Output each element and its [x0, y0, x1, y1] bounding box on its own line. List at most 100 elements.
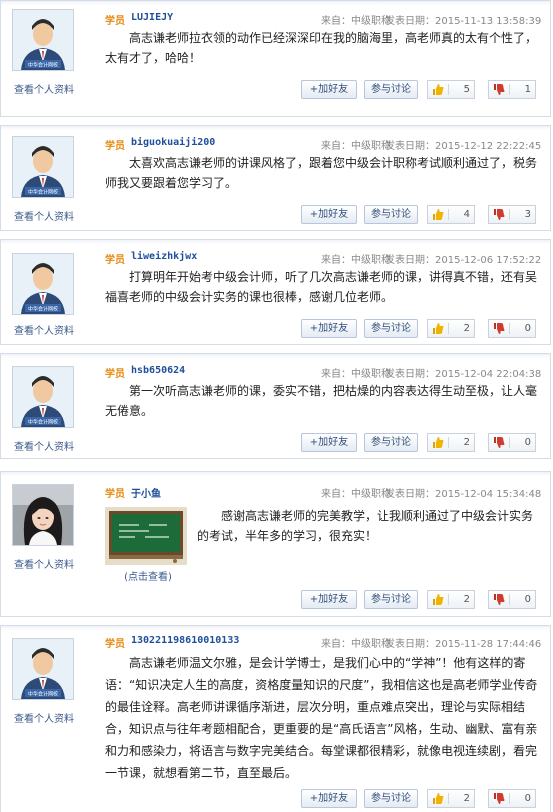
- join-discussion-button[interactable]: 参与讨论: [364, 433, 418, 452]
- thumbs-up-icon: [433, 594, 444, 605]
- thumbs-up-count: 5: [463, 84, 470, 95]
- source-label: 来自：中级职称: [321, 369, 391, 380]
- thumbs-down-count: 0: [524, 437, 531, 448]
- post-date: 发表日期：2015-12-04 15:34:48: [385, 489, 542, 500]
- view-profile-link[interactable]: 查看个人资料: [1, 438, 87, 453]
- post-1: 中华会计网校 查看个人资料 学员 LUJIEJY 来自：中级职称 发表日期：20…: [0, 0, 551, 117]
- thumbs-up-icon: [433, 793, 444, 804]
- avatar[interactable]: 中华会计网校: [12, 136, 74, 198]
- thumbs-down-icon: [494, 323, 505, 334]
- join-discussion-button[interactable]: 参与讨论: [364, 319, 418, 338]
- thumbs-down-icon: [494, 594, 505, 605]
- username-link[interactable]: hsb650624: [131, 365, 185, 376]
- avatar[interactable]: [12, 484, 74, 546]
- source-label: 来自：中级职称: [321, 141, 391, 152]
- add-friend-button[interactable]: +加好友: [301, 590, 357, 609]
- view-profile-link[interactable]: 查看个人资料: [1, 81, 87, 96]
- post-content: 太喜欢高志谦老师的讲课风格了，跟着您中级会计职称考试顺利通过了，税务师我又要跟着…: [105, 156, 538, 190]
- thumbs-down-button[interactable]: 3: [488, 205, 536, 224]
- default-avatar-icon: 中华会计网校: [13, 137, 73, 197]
- username-link[interactable]: 130221198610010133: [131, 635, 239, 646]
- thumbs-down-icon: [494, 209, 505, 220]
- user-photo-avatar: [13, 485, 73, 545]
- post-content: 打算明年开始考中级会计师，听了几次高志谦老师的课，讲得真不错，还有吴福喜老师的中…: [105, 270, 538, 304]
- post-date: 发表日期：2015-11-28 17:44:46: [385, 639, 542, 650]
- join-discussion-button[interactable]: 参与讨论: [364, 80, 418, 99]
- view-profile-link[interactable]: 查看个人资料: [1, 556, 87, 571]
- role-label: 学员: [105, 255, 125, 266]
- avatar[interactable]: 中华会计网校: [12, 366, 74, 428]
- post-content: 高志谦老师拉衣领的动作已经深深印在我的脑海里，高老师真的太有个性了，太有才了，哈…: [105, 31, 538, 65]
- thumbs-down-button[interactable]: 1: [488, 80, 536, 99]
- source-label: 来自：中级职称: [321, 489, 391, 500]
- click-to-view-link[interactable]: (点击查看): [105, 568, 191, 583]
- default-avatar-icon: 中华会计网校: [13, 639, 73, 699]
- svg-text:中华会计网校: 中华会计网校: [28, 691, 58, 698]
- avatar[interactable]: 中华会计网校: [12, 638, 74, 700]
- role-label: 学员: [105, 369, 125, 380]
- thumbs-down-icon: [494, 437, 505, 448]
- join-discussion-button[interactable]: 参与讨论: [364, 789, 418, 808]
- add-friend-button[interactable]: +加好友: [301, 433, 357, 452]
- svg-text:中华会计网校: 中华会计网校: [28, 306, 58, 313]
- view-profile-link[interactable]: 查看个人资料: [1, 322, 87, 337]
- thumbs-down-button[interactable]: 0: [488, 433, 536, 452]
- thumbs-down-icon: [494, 793, 505, 804]
- thumbs-down-button[interactable]: 0: [488, 319, 536, 338]
- thumbs-up-count: 2: [463, 594, 470, 605]
- post-content: 感谢高志谦老师的完美教学，让我顺利通过了中级会计实务的考试，半年多的学习，很充实…: [197, 509, 534, 543]
- svg-text:中华会计网校: 中华会计网校: [28, 62, 58, 69]
- post-date: 发表日期：2015-11-13 13:58:39: [385, 16, 542, 27]
- thumbs-up-count: 2: [463, 323, 470, 334]
- thumbs-down-count: 0: [524, 793, 531, 804]
- thumbs-up-icon: [433, 437, 444, 448]
- view-profile-link[interactable]: 查看个人资料: [1, 208, 87, 223]
- source-label: 来自：中级职称: [321, 16, 391, 27]
- source-label: 来自：中级职称: [321, 639, 391, 650]
- thumbs-up-button[interactable]: 2: [427, 590, 475, 609]
- attached-image-thumbnail[interactable]: [105, 507, 187, 565]
- add-friend-button[interactable]: +加好友: [301, 80, 357, 99]
- post-content: 第一次听高志谦老师的课，委实不错，把枯燥的内容表达得生动至极，让人毫无倦意。: [105, 384, 538, 418]
- default-avatar-icon: 中华会计网校: [13, 10, 73, 70]
- thumbs-up-icon: [433, 84, 444, 95]
- username-link[interactable]: biguokuaiji200: [131, 137, 215, 148]
- post-date: 发表日期：2015-12-06 17:52:22: [385, 255, 542, 266]
- join-discussion-button[interactable]: 参与讨论: [364, 590, 418, 609]
- thumbs-up-button[interactable]: 5: [427, 80, 475, 99]
- post-4: 中华会计网校 查看个人资料 学员 hsb650624 来自：中级职称 发表日期：…: [0, 353, 551, 459]
- thumbs-up-icon: [433, 209, 444, 220]
- add-friend-button[interactable]: +加好友: [301, 205, 357, 224]
- join-discussion-button[interactable]: 参与讨论: [364, 205, 418, 224]
- view-profile-link[interactable]: 查看个人资料: [1, 710, 87, 725]
- svg-text:中华会计网校: 中华会计网校: [28, 189, 58, 196]
- thumbs-down-count: 3: [524, 209, 531, 220]
- role-label: 学员: [105, 141, 125, 152]
- thumbs-up-count: 2: [463, 437, 470, 448]
- svg-text:中华会计网校: 中华会计网校: [28, 419, 58, 426]
- thumbs-down-count: 0: [524, 594, 531, 605]
- thumbs-down-button[interactable]: 0: [488, 789, 536, 808]
- thumbs-up-button[interactable]: 2: [427, 789, 475, 808]
- add-friend-button[interactable]: +加好友: [301, 319, 357, 338]
- thumbs-up-button[interactable]: 2: [427, 433, 475, 452]
- role-label: 学员: [105, 16, 125, 27]
- avatar[interactable]: 中华会计网校: [12, 9, 74, 71]
- post-date: 发表日期：2015-12-04 22:04:38: [385, 369, 542, 380]
- post-3: 中华会计网校 查看个人资料 学员 liweizhkjwx 来自：中级职称 发表日…: [0, 239, 551, 345]
- post-content: 高志谦老师温文尔雅，是会计学博士，是我们心中的“学神”！他有这样的寄语：“知识决…: [105, 656, 538, 780]
- source-label: 来自：中级职称: [321, 255, 391, 266]
- username-link[interactable]: LUJIEJY: [131, 12, 173, 23]
- thumbs-down-button[interactable]: 0: [488, 590, 536, 609]
- thumbs-down-count: 1: [524, 84, 531, 95]
- avatar[interactable]: 中华会计网校: [12, 253, 74, 315]
- thumbs-up-button[interactable]: 4: [427, 205, 475, 224]
- post-2: 中华会计网校 查看个人资料 学员 biguokuaiji200 来自：中级职称 …: [0, 125, 551, 231]
- thumbs-up-button[interactable]: 2: [427, 319, 475, 338]
- username-link[interactable]: liweizhkjwx: [131, 251, 197, 262]
- username-link[interactable]: 于小鱼: [131, 485, 161, 500]
- add-friend-button[interactable]: +加好友: [301, 789, 357, 808]
- post-5: 查看个人资料 学员 于小鱼 来自：中级职称 发表日期：2015-12-04 15…: [0, 471, 551, 617]
- post-6: 中华会计网校 查看个人资料 学员 130221198610010133 来自：中…: [0, 625, 551, 812]
- role-label: 学员: [105, 489, 125, 500]
